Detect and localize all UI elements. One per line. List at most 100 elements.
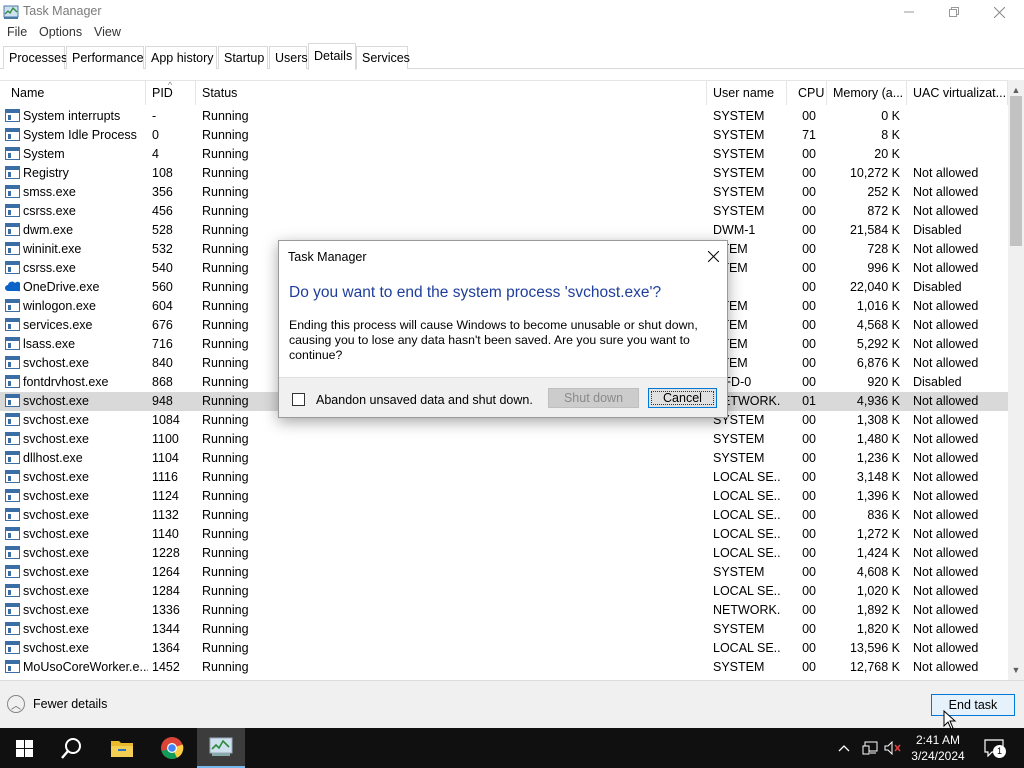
column-header-status[interactable]: Status (196, 81, 707, 105)
process-pid: 676 (152, 318, 173, 332)
table-row[interactable]: smss.exe 356 Running SYSTEM 00 252 K Not allow… (0, 183, 1008, 202)
column-header-memory[interactable]: Memory (a... (827, 81, 907, 105)
cancel-button[interactable]: Cancel (648, 388, 717, 408)
process-icon (5, 660, 20, 674)
process-memory: 1,016 K (856, 299, 900, 313)
status-bar: ︿ Fewer details End task (0, 680, 1024, 728)
process-name: System interrupts (23, 109, 121, 123)
process-cpu: 00 (802, 375, 816, 389)
scroll-down-arrow[interactable]: ▼ (1008, 662, 1024, 678)
column-header-name[interactable]: Name (0, 81, 146, 105)
process-name: svchost.exe (23, 432, 90, 446)
table-row[interactable]: Registry 108 Running SYSTEM 00 10,272 K Not al… (0, 164, 1008, 183)
table-row[interactable]: System 4 Running SYSTEM 00 20 K (0, 145, 1008, 164)
process-status: Running (202, 508, 249, 522)
table-row[interactable]: System Idle Process 0 Running SYSTEM 71 8 K (0, 126, 1008, 145)
tray-chevron-icon (838, 745, 850, 752)
table-row[interactable]: svchost.exe 1116 Running LOCAL SE... 00 3,148… (0, 468, 1008, 487)
table-row[interactable]: svchost.exe 1336 Running NETWORK... 00 1,892 … (0, 601, 1008, 620)
table-row[interactable]: dllhost.exe 1104 Running SYSTEM 00 1,236 K Not… (0, 449, 1008, 468)
process-status: Running (202, 470, 249, 484)
process-memory: 4,936 K (856, 394, 900, 408)
process-status: Running (202, 128, 249, 142)
column-header-cpu[interactable]: CPU (787, 81, 827, 105)
abandon-data-label[interactable]: Abandon unsaved data and shut down. (316, 393, 533, 407)
close-window-button[interactable] (976, 0, 1022, 24)
table-row[interactable]: svchost.exe 1132 Running LOCAL SE... 00 836 K… (0, 506, 1008, 525)
table-row[interactable]: svchost.exe 1140 Running LOCAL SE... 00 1,272… (0, 525, 1008, 544)
cursor-icon (943, 710, 957, 730)
table-row[interactable]: svchost.exe 1284 Running LOCAL SE... 00 1,020… (0, 582, 1008, 601)
process-memory: 920 K (867, 375, 900, 389)
process-memory: 1,892 K (856, 603, 900, 617)
network-button[interactable] (862, 728, 878, 768)
table-row[interactable]: svchost.exe 1344 Running SYSTEM 00 1,820 K Not… (0, 620, 1008, 639)
windows-start-icon (15, 739, 33, 757)
process-name: System Idle Process (23, 128, 137, 142)
start-button[interactable] (0, 728, 48, 768)
process-uac: Not allowed (913, 546, 979, 560)
table-row[interactable]: MoUsoCoreWorker.e... 1452 Running SYSTEM 00 1… (0, 658, 1008, 677)
tab-performance[interactable]: Performance (66, 46, 144, 69)
process-name: System (23, 147, 65, 161)
process-uac: Disabled (913, 280, 962, 294)
process-name: svchost.exe (23, 470, 90, 484)
process-uac: Not allowed (913, 318, 979, 332)
process-pid: 1104 (152, 451, 179, 465)
tab-services[interactable]: Services (356, 46, 410, 69)
tab-details[interactable]: Details (308, 43, 356, 70)
table-row[interactable]: svchost.exe 1124 Running LOCAL SE... 00 1,396… (0, 487, 1008, 506)
taskbar-clock[interactable]: 2:41 AM 3/24/2024 (903, 732, 973, 764)
process-user: SYSTEM (713, 128, 765, 142)
process-name: svchost.exe (23, 546, 90, 560)
process-pid: 868 (152, 375, 173, 389)
tab-app-history[interactable]: App history (145, 46, 217, 69)
column-header-uac[interactable]: UAC virtualizat... (907, 81, 1008, 105)
vertical-scrollbar[interactable]: ▲ ▼ (1008, 80, 1024, 680)
table-row[interactable]: svchost.exe 1364 Running LOCAL SE... 00 13,59… (0, 639, 1008, 658)
table-row[interactable]: svchost.exe 1264 Running SYSTEM 00 4,608 K Not… (0, 563, 1008, 582)
volume-button[interactable] (884, 728, 902, 768)
minimize-button[interactable] (886, 0, 932, 24)
volume-muted-icon (884, 741, 901, 755)
process-memory: 20 K (874, 147, 900, 161)
column-header-user-name[interactable]: User name (707, 81, 787, 105)
process-user: SYSTEM (713, 185, 765, 199)
task-manager-taskbar-button[interactable] (197, 728, 245, 768)
process-status: Running (202, 223, 249, 237)
tab-startup[interactable]: Startup (218, 46, 268, 69)
search-button[interactable] (48, 728, 96, 768)
table-row[interactable]: svchost.exe 1100 Running SYSTEM 00 1,480 K Not… (0, 430, 1008, 449)
table-row[interactable]: svchost.exe 1228 Running LOCAL SE... 00 1,424… (0, 544, 1008, 563)
process-status: Running (202, 204, 249, 218)
show-hidden-icons-button[interactable] (838, 728, 850, 768)
tab-processes[interactable]: Processes (3, 46, 67, 69)
process-icon (5, 337, 20, 351)
menu-view[interactable]: View (94, 25, 121, 39)
menu-options[interactable]: Options (39, 25, 82, 39)
shut-down-button[interactable]: Shut down (548, 388, 639, 408)
fewer-details-button[interactable]: ︿ Fewer details (7, 695, 107, 713)
abandon-data-checkbox[interactable] (292, 393, 305, 406)
process-name: svchost.exe (23, 603, 90, 617)
scroll-thumb[interactable] (1010, 96, 1022, 246)
process-cpu: 00 (802, 261, 816, 275)
process-user: LOCAL SE... (713, 546, 781, 560)
table-row[interactable]: System interrupts - Running SYSTEM 00 0 K (0, 107, 1008, 126)
process-memory: 1,396 K (856, 489, 900, 503)
table-row[interactable]: dwm.exe 528 Running DWM-1 00 21,584 K Disabled (0, 221, 1008, 240)
process-uac: Not allowed (913, 242, 979, 256)
process-cpu: 00 (802, 527, 816, 541)
file-explorer-button[interactable] (98, 728, 146, 768)
chrome-button[interactable] (148, 728, 196, 768)
restore-button[interactable] (931, 0, 977, 24)
process-memory: 252 K (867, 185, 900, 199)
table-row[interactable]: csrss.exe 456 Running SYSTEM 00 872 K Not allo… (0, 202, 1008, 221)
process-memory: 728 K (867, 242, 900, 256)
menu-file[interactable]: File (7, 25, 27, 39)
restore-icon (949, 7, 959, 17)
dialog-close-button[interactable] (703, 247, 723, 265)
tab-users[interactable]: Users (269, 46, 308, 69)
process-pid: 1452 (152, 660, 180, 674)
notification-center-button[interactable]: 1 (982, 728, 1006, 768)
